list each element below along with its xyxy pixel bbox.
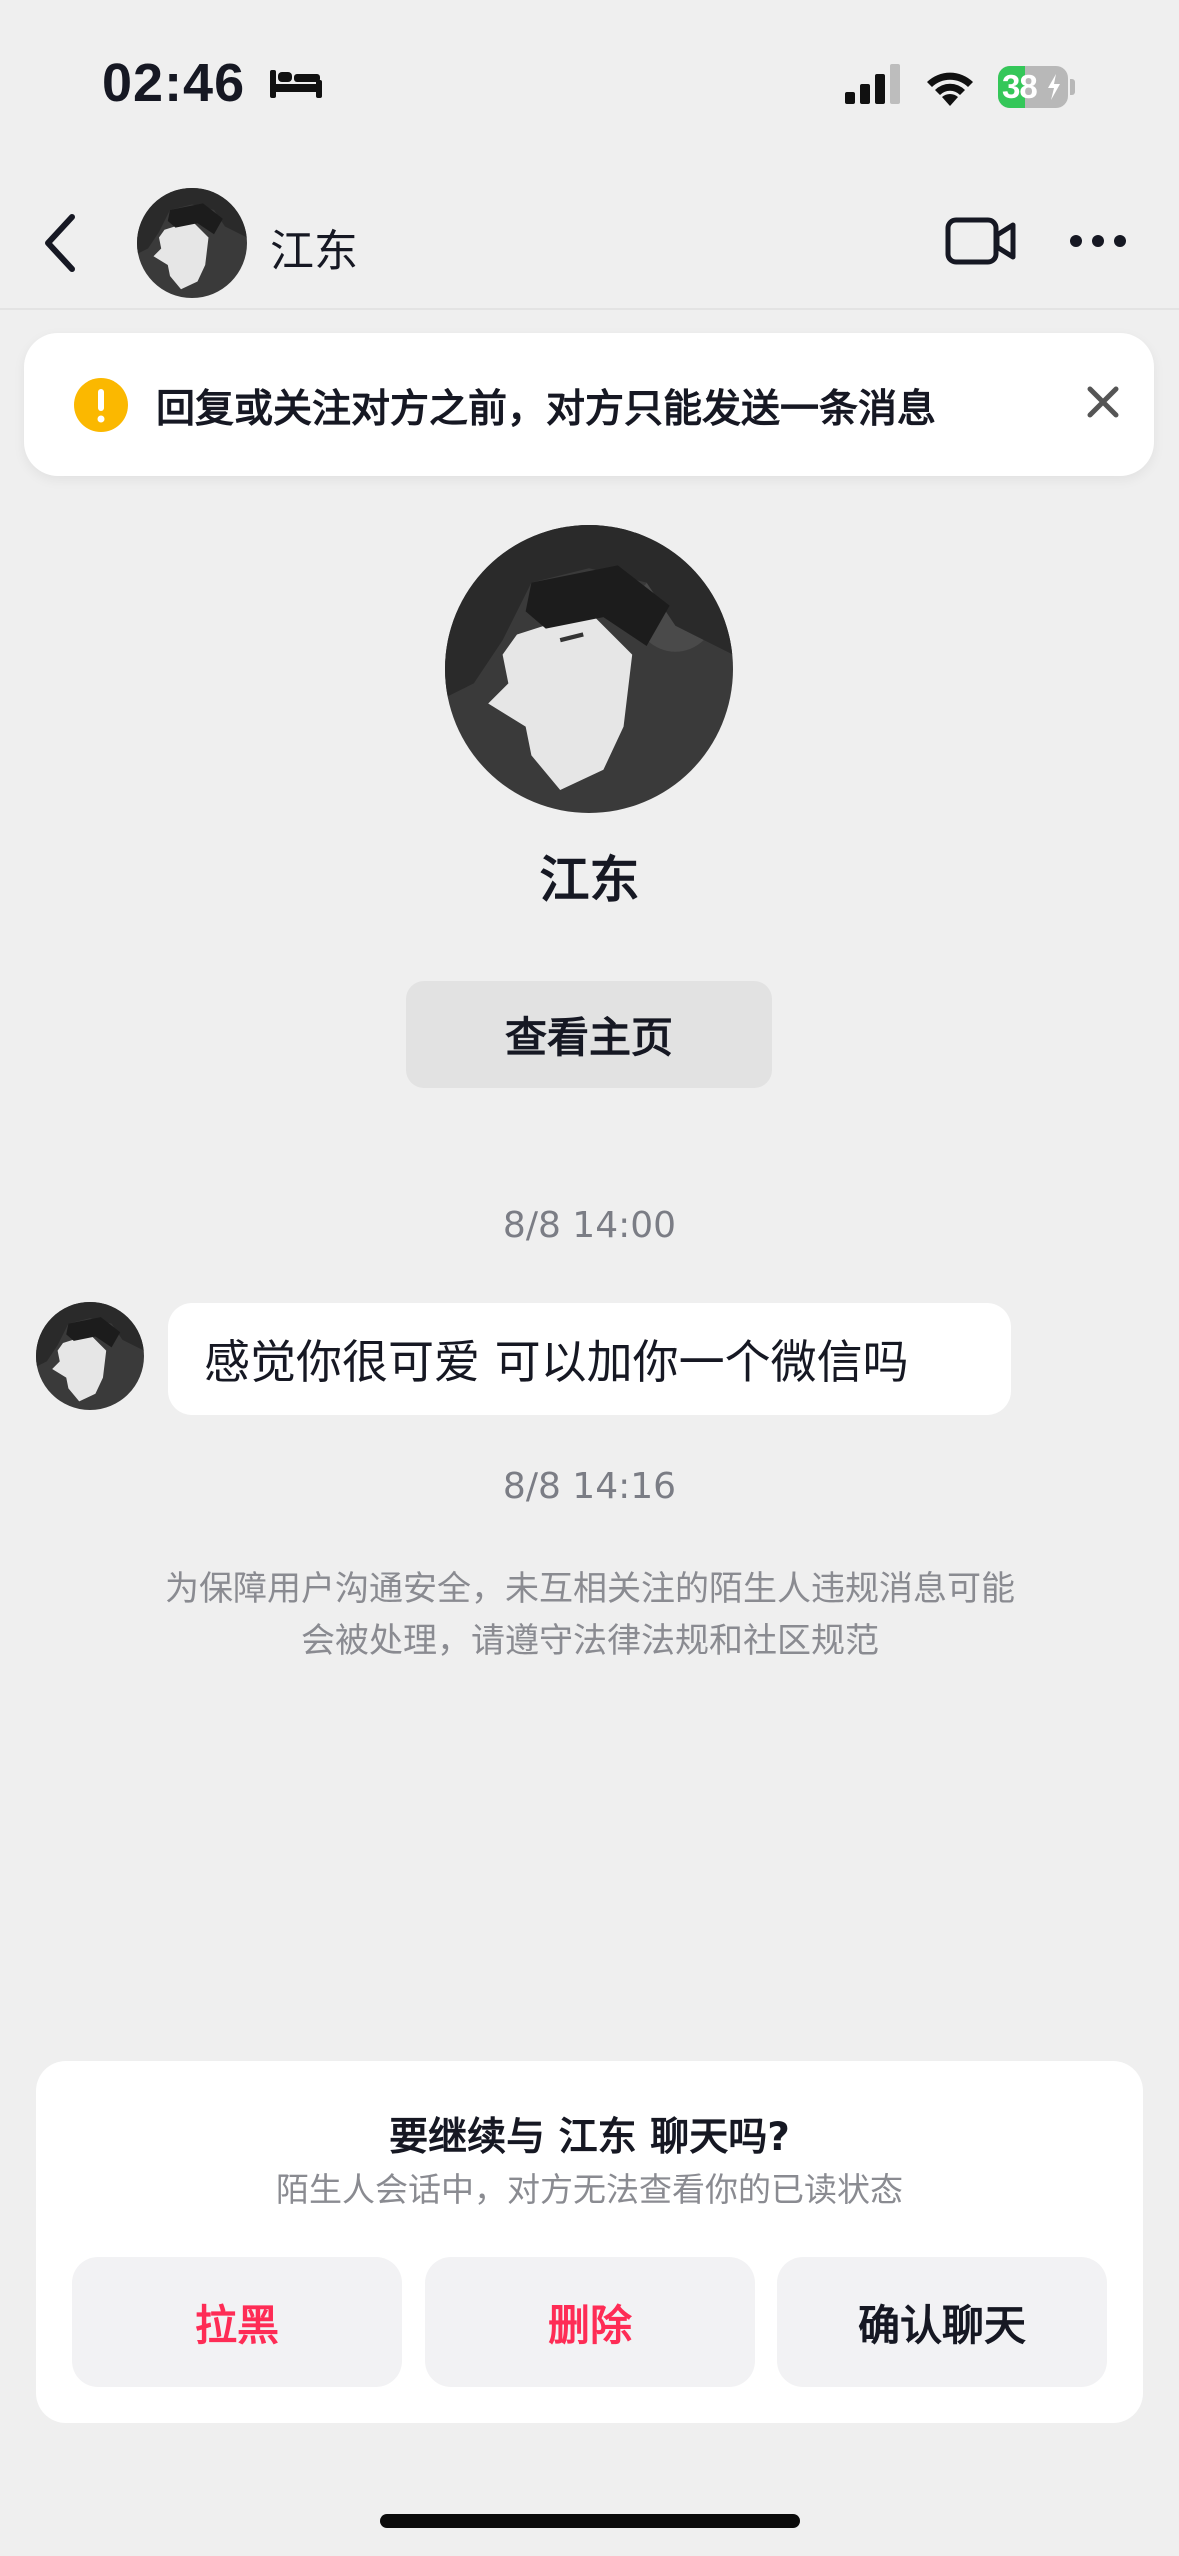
continue-chat-sheet: 要继续与 江东 聊天吗? 陌生人会话中，对方无法查看你的已读状态 拉黑 删除 确… [36,2061,1143,2423]
video-call-icon[interactable] [945,215,1017,267]
bed-icon [270,70,322,98]
wifi-icon [927,72,973,106]
chat-screen: 02:46 38 江东 回复或关注对方之前，对方只能发送一条消息 江东 查看主页… [0,0,1179,2556]
message-timestamp: 8/8 14:00 [502,1205,677,1246]
chat-header: 江东 [0,175,1179,310]
battery-percent: 38 [1002,68,1038,105]
sheet-subtitle: 陌生人会话中，对方无法查看你的已读状态 [276,2170,903,2209]
profile-name: 江东 [539,851,640,909]
close-icon[interactable] [1086,385,1120,419]
home-indicator[interactable] [380,2514,800,2528]
more-icon[interactable] [1068,233,1128,249]
message-timestamp: 8/8 14:16 [502,1466,677,1507]
header-name[interactable]: 江东 [270,215,358,279]
warning-banner: 回复或关注对方之前，对方只能发送一条消息 [24,333,1154,476]
profile-avatar[interactable] [445,525,733,813]
back-icon[interactable] [40,213,80,273]
warning-icon [74,378,128,432]
header-avatar[interactable] [137,188,247,298]
message-bubble[interactable]: 感觉你很可爱 可以加你一个微信吗 [168,1303,1011,1415]
banner-text: 回复或关注对方之前，对方只能发送一条消息 [156,387,937,432]
safety-notice: 为保障用户沟通安全，未互相关注的陌生人违规消息可能会被处理，请遵守法律法规和社区… [165,1569,1015,1661]
status-bar: 02:46 38 [0,0,1179,150]
battery-charging-icon: 38 [998,66,1075,108]
confirm-chat-button[interactable]: 确认聊天 [777,2257,1107,2387]
signal-icon [845,64,900,104]
status-time: 02:46 [102,53,246,113]
delete-button[interactable]: 删除 [425,2257,755,2387]
view-homepage-button[interactable]: 查看主页 [406,981,772,1088]
block-button[interactable]: 拉黑 [72,2257,402,2387]
sheet-title: 要继续与 江东 聊天吗? [389,2115,790,2160]
message-avatar[interactable] [36,1302,144,1410]
